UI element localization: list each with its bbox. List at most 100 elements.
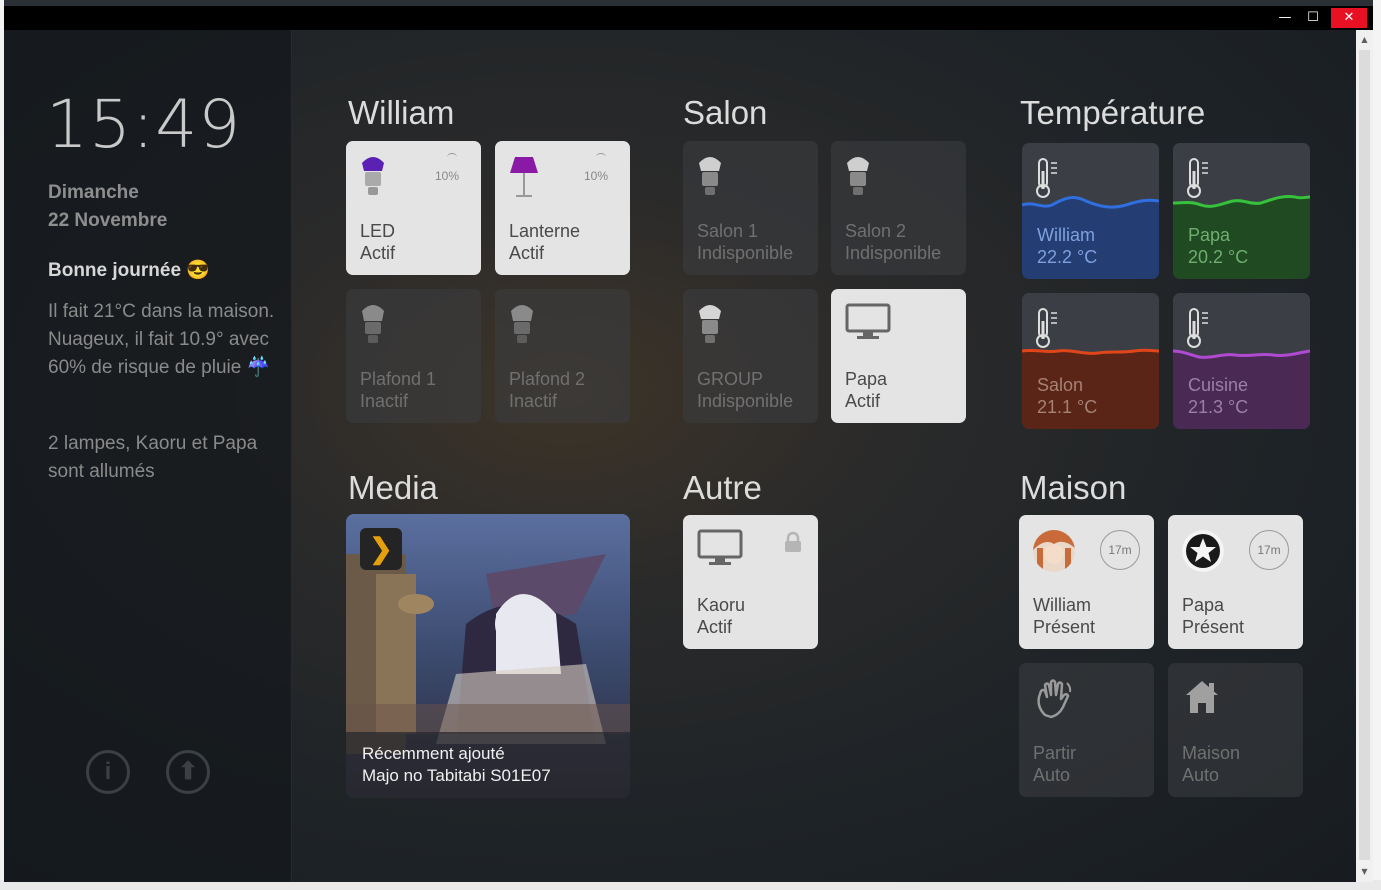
tile-state: Indisponible (845, 243, 942, 263)
tile-name: Papa (845, 369, 888, 389)
scroll-down-arrow-icon[interactable]: ▼ (1356, 864, 1373, 880)
thermometer-icon (1187, 308, 1208, 348)
thermometer-icon (1036, 158, 1057, 198)
thermometer-icon (1187, 158, 1208, 198)
monitor-icon (697, 529, 743, 565)
section-title-william: William (348, 94, 455, 131)
tile-state: Actif (845, 391, 881, 411)
tile-name: Plafond 1 (360, 369, 437, 389)
avatar (1033, 530, 1075, 572)
scrollbar-thumb[interactable] (1359, 50, 1370, 860)
temp-tile-salon[interactable]: Salon 21.1 °C (1022, 293, 1159, 429)
bulb-icon (847, 157, 869, 195)
media-caption-label: Récemment ajouté (362, 744, 505, 763)
temp-tile-william[interactable]: William 22.2 °C (1022, 143, 1159, 279)
section-title-maison: Maison (1020, 469, 1127, 506)
duration-badge: 17m (1249, 530, 1289, 570)
minimize-button[interactable]: — (1272, 8, 1298, 28)
temperature-value: 21.3 °C (1188, 397, 1249, 417)
media-caption: Récemment ajouté Majo no Tabitabi S01E07 (346, 732, 630, 798)
tile-led[interactable]: 10% LED Actif (346, 141, 481, 275)
bulb-icon (699, 157, 721, 195)
tile-name: Maison (1182, 743, 1241, 763)
scroll-up-arrow-icon[interactable]: ▲ (1356, 32, 1373, 48)
tile-name: Plafond 2 (509, 369, 586, 389)
temperature-value: 21.1 °C (1037, 397, 1098, 417)
duration-badge: 17m (1100, 530, 1140, 570)
tile-salon-1[interactable]: Salon 1 Indisponible (683, 141, 818, 275)
avatar (1182, 530, 1224, 572)
home-icon (1186, 681, 1218, 713)
tile-state: Inactif (509, 391, 558, 411)
sidebar: 15:49 Dimanche 22 Novembre Bonne journée… (4, 30, 292, 882)
media-card[interactable]: ❯ Récemment ajouté Majo no Tabitabi S01E… (346, 514, 630, 798)
tile-person-william[interactable]: 17m William Présent (1019, 515, 1154, 649)
tile-maison[interactable]: Maison Auto (1168, 663, 1303, 797)
wave-hand-icon (1037, 679, 1072, 719)
desktop-background-right (1373, 0, 1381, 890)
lamps-summary: 2 lampes, Kaoru et Papa sont allumés (48, 433, 258, 482)
maximize-button[interactable]: ☐ (1300, 8, 1326, 28)
tile-name: Salon 2 (845, 221, 907, 241)
temperature-value: 22.2 °C (1037, 247, 1098, 267)
tile-state: Indisponible (697, 391, 794, 411)
close-button[interactable]: ✕ (1331, 8, 1367, 28)
tile-state: Auto (1033, 765, 1071, 785)
monitor-icon (845, 303, 891, 339)
temperature-name: Salon (1037, 375, 1084, 395)
tile-group[interactable]: GROUP Indisponible (683, 289, 818, 423)
tile-plafond-2[interactable]: Plafond 2 Inactif (495, 289, 630, 423)
greeting: Bonne journée 😎 (48, 260, 210, 281)
tile-name: Lanterne (509, 221, 581, 241)
tile-lanterne[interactable]: 10% Lanterne Actif (495, 141, 630, 275)
tile-state: Actif (509, 243, 545, 263)
brightness-value: 10% (434, 169, 459, 183)
temp-tile-cuisine[interactable]: Cuisine 21.3 °C (1173, 293, 1310, 429)
temperature-name: Papa (1188, 225, 1231, 245)
tile-name: GROUP (697, 369, 764, 389)
info-icon[interactable]: i (86, 750, 130, 794)
upload-icon[interactable]: ⬆ (166, 750, 210, 794)
temp-tile-papa[interactable]: Papa 20.2 °C (1173, 143, 1310, 279)
tile-salon-2[interactable]: Salon 2 Indisponible (831, 141, 966, 275)
section-title-salon: Salon (683, 94, 768, 131)
tile-state: Présent (1033, 617, 1096, 637)
date-full: 22 Novembre (48, 210, 168, 231)
tile-state: Inactif (360, 391, 409, 411)
tile-state: Actif (360, 243, 396, 263)
bulb-icon (362, 157, 384, 195)
temperature-value: 20.2 °C (1188, 247, 1249, 267)
temperature-name: William (1037, 225, 1095, 245)
dashboard: 15:49 Dimanche 22 Novembre Bonne journée… (4, 30, 1356, 882)
clock: 15:49 (46, 86, 242, 163)
tile-state: Actif (697, 617, 733, 637)
temperature-name: Cuisine (1188, 375, 1249, 395)
tile-name: Partir (1033, 743, 1077, 763)
thermometer-icon (1036, 308, 1057, 348)
brightness-arc-icon (596, 153, 606, 161)
window-titlebar[interactable]: — ☐ ✕ (4, 6, 1373, 30)
section-title-temperature: Température (1020, 94, 1206, 131)
app-window: — ☐ ✕ 15:49 Dimanche 22 Novembre Bonne j… (4, 6, 1373, 882)
bulb-icon (362, 305, 384, 343)
brightness-arc-icon (447, 153, 457, 161)
tile-person-papa[interactable]: 17m Papa Présent (1168, 515, 1303, 649)
date-day: Dimanche (48, 182, 139, 203)
weather-summary: Il fait 21°C dans la maison. Nuageux, il… (48, 301, 275, 378)
tile-papa-pc[interactable]: Papa Actif (831, 289, 966, 423)
tile-plafond-1[interactable]: Plafond 1 Inactif (346, 289, 481, 423)
bulb-icon (699, 305, 721, 343)
tile-name: William (1033, 595, 1091, 615)
plex-icon: ❯ (360, 528, 402, 570)
tile-name: Kaoru (697, 595, 746, 615)
tile-kaoru-pc[interactable]: Kaoru Actif (683, 515, 818, 649)
section-title-media: Media (348, 469, 438, 506)
lamp-icon (510, 157, 538, 197)
bulb-icon (511, 305, 533, 343)
vertical-scrollbar[interactable]: ▲ ▼ (1356, 30, 1373, 882)
section-title-autre: Autre (683, 469, 762, 506)
brightness-value: 10% (583, 169, 608, 183)
tile-state: Auto (1182, 765, 1220, 785)
tile-partir[interactable]: Partir Auto (1019, 663, 1154, 797)
tile-name: LED (360, 221, 396, 241)
